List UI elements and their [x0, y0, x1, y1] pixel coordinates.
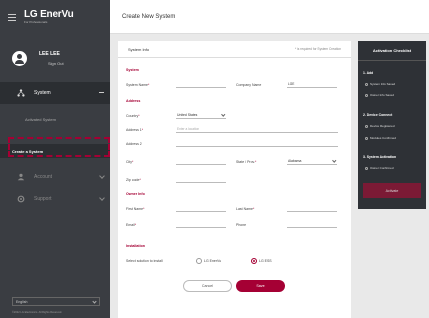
- checklist-item: System Info Saved: [365, 82, 395, 86]
- form-title: System Info: [128, 46, 150, 52]
- chevron-down-icon: [220, 112, 225, 117]
- email-input[interactable]: [176, 221, 226, 228]
- logo-subtitle: For Professionals: [24, 20, 48, 24]
- user-box: LEE LEE Sign Out: [0, 34, 110, 82]
- sign-out-link[interactable]: Sign Out: [48, 61, 64, 66]
- section-installation: Installation: [126, 244, 145, 248]
- copyright: ©2022 LG Electronics. All Rights Reserve…: [12, 311, 63, 314]
- city-label: City*: [126, 160, 134, 164]
- system-icon: [17, 89, 25, 97]
- sidebar-item-account[interactable]: Account: [0, 166, 110, 188]
- section-system: System: [126, 68, 139, 72]
- chevron-down-icon: [99, 173, 105, 179]
- sidebar-item-activated-system[interactable]: Activated System: [0, 108, 110, 130]
- checklist-section-activation: 3. System Activation: [363, 155, 397, 159]
- circle-icon: [365, 166, 368, 170]
- radio-ess[interactable]: [251, 258, 257, 264]
- chevron-down-icon: [331, 158, 336, 163]
- address1-input[interactable]: Enter a location: [176, 126, 338, 133]
- account-icon: [17, 173, 25, 181]
- sidebar: LG EnerVu For Professionals LEE LEE Sign…: [0, 0, 110, 318]
- logo[interactable]: LG EnerVu For Professionals: [24, 9, 74, 25]
- sidebar-item-label: Account: [34, 174, 53, 180]
- chevron-down-icon: [92, 299, 97, 304]
- checklist-item: Modules Confirmed: [365, 136, 396, 140]
- section-address: Address: [126, 99, 141, 103]
- required-note: * is required for System Creation: [294, 47, 341, 51]
- form-header: System Info * is required for System Cre…: [118, 41, 351, 58]
- city-input[interactable]: [176, 158, 226, 165]
- option-enervu-label: LG EnerVu: [204, 259, 222, 263]
- email-label: Email*: [126, 223, 137, 227]
- radio-enervu[interactable]: [196, 258, 202, 264]
- circle-icon: [365, 136, 368, 140]
- collapse-icon: [99, 92, 104, 93]
- state-label: State / Prov.*: [236, 160, 257, 164]
- phone-input[interactable]: [287, 221, 337, 228]
- country-label: Country*: [126, 114, 140, 118]
- zip-input[interactable]: [176, 176, 226, 183]
- avatar-icon: [12, 50, 27, 66]
- last-name-input[interactable]: [287, 205, 337, 212]
- system-form: System Info * is required for System Cre…: [118, 41, 351, 318]
- checklist-title: Activation Checklist: [358, 41, 426, 61]
- user-name: LEE LEE: [39, 50, 60, 57]
- circle-icon: [365, 124, 368, 128]
- chevron-down-icon: [99, 195, 105, 201]
- checklist-section-device: 2. Device Connect: [363, 113, 393, 117]
- address2-label: Address 2: [126, 142, 142, 146]
- sidebar-item-label: System: [34, 90, 51, 96]
- address2-input[interactable]: [176, 140, 338, 147]
- option-ess-label: LG ESS: [259, 259, 272, 263]
- cancel-button[interactable]: Cancel: [183, 280, 232, 292]
- first-name-label: First Name*: [126, 207, 145, 211]
- checklist-item: Device Registered: [365, 124, 395, 128]
- country-select[interactable]: United States: [176, 112, 226, 119]
- checklist-item: Owner Confirmed: [365, 166, 394, 170]
- sidebar-item-system[interactable]: System: [0, 82, 110, 104]
- system-name-input[interactable]: [176, 81, 226, 88]
- checklist-section-add: 1. Add: [363, 71, 374, 75]
- logo-text: LG EnerVu: [24, 9, 74, 20]
- page-title: Create New System: [110, 0, 429, 34]
- language-select[interactable]: English: [12, 297, 100, 306]
- language-value: English: [16, 299, 28, 304]
- phone-label: Phone: [236, 223, 247, 227]
- sidebar-item-support[interactable]: Support: [0, 188, 110, 210]
- gear-icon: [17, 195, 25, 203]
- circle-icon: [365, 93, 368, 97]
- hamburger-menu-icon[interactable]: [8, 13, 16, 21]
- section-owner: Owner Info: [126, 192, 145, 196]
- circle-icon: [365, 82, 368, 86]
- company-name-input[interactable]: LGE: [287, 81, 337, 88]
- checklist-item: Owner Info Saved: [365, 93, 394, 97]
- company-name-label: Company Name: [236, 83, 262, 87]
- save-button[interactable]: Save: [236, 280, 285, 292]
- zip-label: Zip code*: [126, 178, 141, 182]
- install-question: Select solution to install: [126, 259, 163, 263]
- logo-bar: LG EnerVu For Professionals: [0, 0, 110, 34]
- state-select[interactable]: Alabama: [287, 158, 337, 165]
- system-name-label: System Name*: [126, 83, 150, 87]
- first-name-input[interactable]: [176, 205, 226, 212]
- highlight-box: [8, 137, 110, 157]
- activate-button[interactable]: Activate: [363, 183, 421, 198]
- address1-label: Address 1*: [126, 128, 144, 132]
- last-name-label: Last Name*: [236, 207, 255, 211]
- sidebar-item-label: Support: [34, 196, 52, 202]
- activation-checklist: Activation Checklist 1. Add System Info …: [358, 41, 426, 209]
